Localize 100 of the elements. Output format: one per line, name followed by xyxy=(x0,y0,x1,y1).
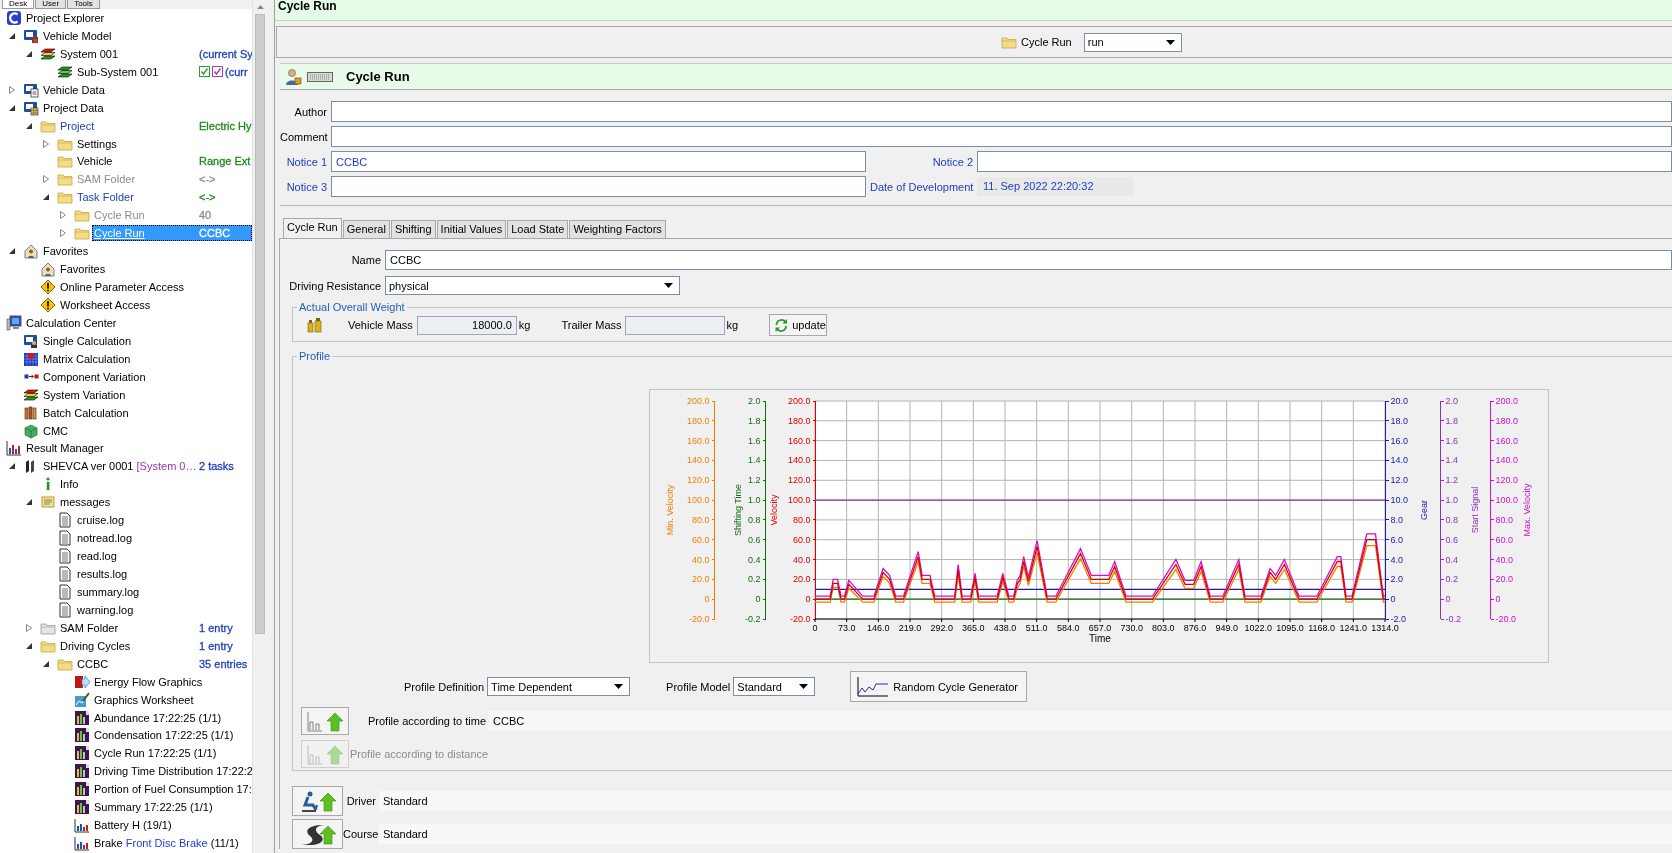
tree-item[interactable]: Info xyxy=(58,476,81,493)
tree-item[interactable]: Component Variation xyxy=(41,368,148,385)
tree-item[interactable]: Battery H (19/1) xyxy=(92,817,174,834)
dropdown[interactable]: Standard xyxy=(733,677,816,696)
dropdown[interactable]: run xyxy=(1083,32,1182,52)
tree-item[interactable]: Favorites xyxy=(58,261,108,278)
scrollbar-thumb[interactable] xyxy=(255,14,265,634)
tree-item[interactable]: System 001 (current Sy xyxy=(58,45,252,62)
tick-label: 2.0 xyxy=(1390,574,1403,585)
collapse-arrow-icon[interactable] xyxy=(25,121,33,130)
tab[interactable]: General xyxy=(342,220,390,238)
text-field[interactable] xyxy=(977,151,1672,172)
tree-item[interactable]: Matrix Calculation xyxy=(41,350,133,367)
icon-button[interactable] xyxy=(292,819,343,849)
tree-item[interactable]: Batch Calculation xyxy=(41,404,131,421)
tree-item[interactable]: summary.log xyxy=(75,583,142,600)
tree-item[interactable]: Cycle Run 40 xyxy=(92,207,212,224)
collapse-arrow-icon[interactable] xyxy=(42,659,50,668)
tree-item[interactable]: Project Explorer xyxy=(24,9,107,26)
update-button[interactable]: update xyxy=(769,314,828,336)
tree-item[interactable]: Condensation 17:22:25 (1/1) xyxy=(92,727,236,744)
tree-item[interactable]: notread.log xyxy=(75,530,135,547)
collapse-arrow-icon[interactable] xyxy=(25,641,33,650)
tree-item[interactable]: Graphics Worksheet xyxy=(92,691,196,708)
tree-item[interactable]: Driving Cycles 1 entry xyxy=(58,637,233,654)
tree-item[interactable]: CMC xyxy=(41,422,71,439)
tree-item[interactable]: read.log xyxy=(75,548,119,565)
text-field[interactable] xyxy=(331,101,1672,122)
collapse-arrow-icon[interactable] xyxy=(25,49,33,58)
tree-item[interactable]: SAM Folder <-> xyxy=(75,171,216,188)
tree-item[interactable]: Result Manager xyxy=(24,440,106,457)
tree-item[interactable]: Energy Flow Graphics xyxy=(92,673,205,690)
tree-item[interactable]: Driving Time Distribution 17:22:2 xyxy=(92,763,252,780)
dropdown[interactable]: Time Dependent xyxy=(487,677,631,696)
tree-label: Driving Cycles xyxy=(59,639,132,652)
text-field[interactable] xyxy=(331,176,866,197)
tab[interactable]: Load State xyxy=(507,220,569,238)
field-label: Course xyxy=(343,828,376,840)
tree-item[interactable]: Portion of Fuel Consumption 17: xyxy=(92,781,252,798)
tree-item[interactable]: Vehicle Model xyxy=(41,27,114,44)
tree-item[interactable]: Project Electric Hy xyxy=(58,117,252,134)
tab[interactable]: Weighting Factors xyxy=(569,220,666,238)
tree-item[interactable]: Brake Front Disc Brake (11/1) xyxy=(92,835,241,852)
tree-item[interactable]: Summary 17:22:25 (1/1) xyxy=(92,799,215,816)
collapse-arrow-icon[interactable] xyxy=(8,462,16,471)
tree-item[interactable]: Favorites xyxy=(41,243,91,260)
tree-item[interactable]: Task Folder <-> xyxy=(75,189,216,206)
tree-item[interactable]: results.log xyxy=(75,566,130,583)
tree-item[interactable]: Single Calculation xyxy=(41,332,134,349)
axis-title: Min. Velocity xyxy=(665,484,675,536)
tree-item[interactable]: Online Parameter Access xyxy=(58,279,187,296)
text-field[interactable]: CCBC xyxy=(385,249,1672,270)
tree-item[interactable]: Settings xyxy=(75,135,119,152)
tree-item[interactable]: warning.log xyxy=(75,601,136,618)
expand-arrow-icon[interactable] xyxy=(25,623,33,632)
tree-item[interactable]: Calculation Center xyxy=(24,314,119,331)
checkbox[interactable] xyxy=(212,66,223,78)
expand-arrow-icon[interactable] xyxy=(59,211,67,220)
collapse-arrow-icon[interactable] xyxy=(25,498,33,507)
checkbox[interactable] xyxy=(199,66,210,78)
icon-button[interactable] xyxy=(292,786,343,816)
scroll-up-icon xyxy=(256,5,264,9)
tab[interactable]: Initial Values xyxy=(436,220,507,238)
tree-item[interactable]: Project Data xyxy=(41,99,106,116)
tab[interactable]: Desk xyxy=(2,0,35,9)
expand-arrow-icon[interactable] xyxy=(59,229,67,238)
dropdown[interactable]: physical xyxy=(385,276,680,295)
tree-item[interactable]: SHEVCA ver 0001 [System 0… 2 tasks xyxy=(41,458,234,475)
tick-label: 1.2 xyxy=(1445,475,1458,486)
tree-item[interactable]: Vehicle Data xyxy=(41,81,107,98)
text-field[interactable]: CCBC xyxy=(331,151,866,172)
axis-title: Shifting Time xyxy=(733,484,743,536)
expand-arrow-icon[interactable] xyxy=(42,175,50,184)
number-field[interactable]: 18000.0 xyxy=(416,315,517,335)
tree-item[interactable]: Sub-System 001 (curr xyxy=(75,63,248,80)
tree-label: Cycle Run xyxy=(93,209,146,222)
tree-item[interactable]: Worksheet Access xyxy=(58,296,153,313)
generator-button[interactable]: Random Cycle Generator xyxy=(850,671,1028,702)
bar-chart-icon xyxy=(74,763,90,780)
expand-arrow-icon[interactable] xyxy=(42,139,50,148)
tree-item[interactable]: Vehicle Range Ext xyxy=(75,153,251,170)
tick-label: 200.0 xyxy=(1495,396,1519,406)
tree-item[interactable]: cruise.log xyxy=(75,512,127,529)
collapse-arrow-icon[interactable] xyxy=(8,103,16,112)
tree-item[interactable]: System Variation xyxy=(41,386,128,403)
text-field[interactable] xyxy=(331,126,1672,147)
tree-item[interactable]: messages xyxy=(58,494,113,511)
collapse-arrow-icon[interactable] xyxy=(8,247,16,256)
tab[interactable]: User xyxy=(35,0,67,9)
collapse-arrow-icon[interactable] xyxy=(42,193,50,202)
tree-item[interactable]: SAM Folder 1 entry xyxy=(58,619,233,636)
collapse-arrow-icon[interactable] xyxy=(8,31,16,40)
tree-item[interactable]: Abundance 17:22:25 (1/1) xyxy=(92,709,224,726)
number-field[interactable] xyxy=(624,315,725,335)
tree-item[interactable]: Cycle Run 17:22:25 (1/1) xyxy=(92,745,219,762)
expand-arrow-icon[interactable] xyxy=(8,85,16,94)
tab[interactable]: Tools xyxy=(67,0,100,9)
tab[interactable]: Shifting xyxy=(390,220,436,238)
tree-item[interactable]: CCBC 35 entries xyxy=(75,655,248,672)
tab[interactable]: Cycle Run xyxy=(283,218,342,238)
